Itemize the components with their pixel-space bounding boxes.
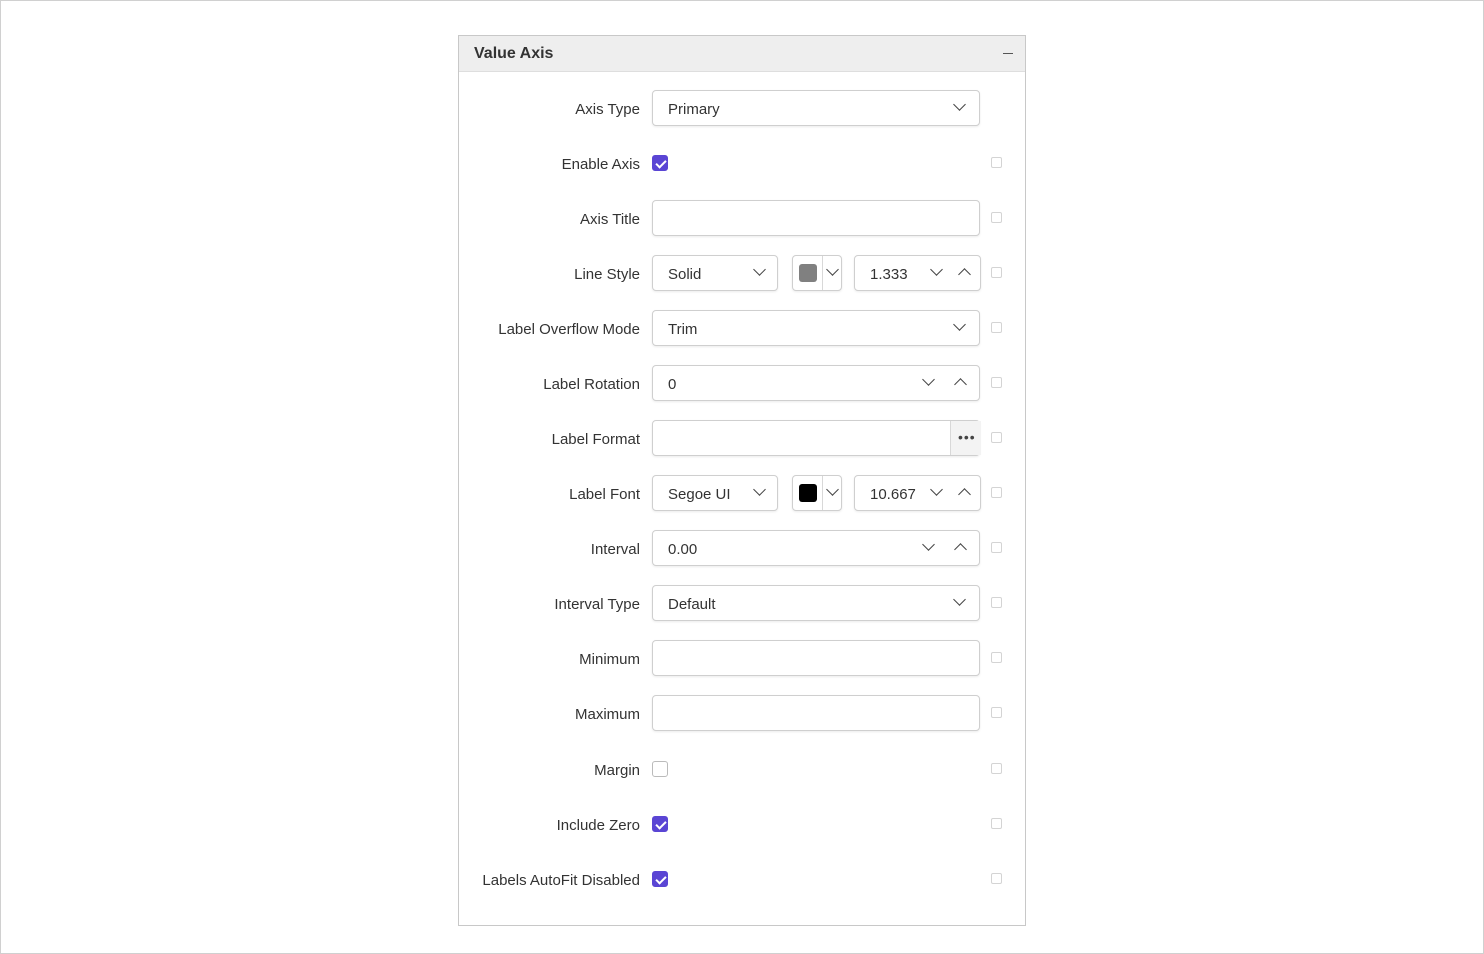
chevron-down-icon (953, 318, 966, 331)
row-axis-title: Axis Title (459, 200, 1025, 238)
line-width-value: 1.333 (870, 266, 908, 283)
label-include-zero: Include Zero (556, 817, 640, 834)
margin-side-checkbox[interactable] (991, 763, 1002, 774)
panel-header: Value Axis (459, 36, 1025, 72)
interval-value: 0.00 (668, 541, 698, 558)
chevron-up-icon[interactable] (958, 488, 971, 501)
axis-type-dropdown[interactable]: Primary (652, 90, 980, 126)
label-font-size-numeric[interactable]: 10.667 (854, 475, 981, 511)
row-label-rotation: Label Rotation 0 (459, 365, 1025, 403)
labels-autofit-disabled-checkbox[interactable] (652, 871, 668, 887)
label-label-format: Label Format (551, 431, 640, 448)
minimum-side-checkbox[interactable] (991, 652, 1002, 663)
row-interval-type: Interval Type Default (459, 585, 1025, 623)
interval-type-dropdown[interactable]: Default (652, 585, 980, 621)
enable-axis-side-checkbox[interactable] (991, 157, 1002, 168)
row-maximum: Maximum (459, 695, 1025, 733)
chevron-down-icon[interactable] (922, 373, 935, 386)
label-minimum: Minimum (579, 651, 640, 668)
label-format-side-checkbox[interactable] (991, 432, 1002, 443)
label-label-rotation: Label Rotation (543, 376, 640, 393)
label-font-color-picker[interactable] (792, 475, 842, 511)
line-width-numeric[interactable]: 1.333 (854, 255, 981, 291)
chevron-down-icon (753, 263, 766, 276)
label-font-family-value: Segoe UI (668, 486, 731, 503)
interval-type-value: Default (668, 596, 716, 613)
interval-numeric[interactable]: 0.00 (652, 530, 980, 566)
chevron-up-icon[interactable] (954, 378, 967, 391)
chevron-down-icon[interactable] (930, 483, 943, 496)
row-label-format: Label Format ••• (459, 420, 1025, 458)
chevron-down-icon (826, 263, 839, 276)
axis-type-value: Primary (668, 101, 720, 118)
label-line-style: Line Style (574, 266, 640, 283)
value-axis-panel: Value Axis Axis Type Primary Enable Axis… (458, 35, 1026, 926)
margin-checkbox[interactable] (652, 761, 668, 777)
enable-axis-checkbox[interactable] (652, 155, 668, 171)
label-axis-type: Axis Type (575, 101, 640, 118)
line-style-side-checkbox[interactable] (991, 267, 1002, 278)
line-style-dropdown[interactable]: Solid (652, 255, 778, 291)
swatch-separator (822, 256, 823, 290)
label-overflow-mode-side-checkbox[interactable] (991, 322, 1002, 333)
include-zero-side-checkbox[interactable] (991, 818, 1002, 829)
label-overflow-mode-dropdown[interactable]: Trim (652, 310, 980, 346)
label-rotation-value: 0 (668, 376, 677, 393)
row-line-style: Line Style Solid 1.333 (459, 255, 1025, 293)
swatch-separator (822, 476, 823, 510)
row-minimum: Minimum (459, 640, 1025, 678)
label-font-size-value: 10.667 (870, 486, 916, 503)
label-axis-title: Axis Title (579, 211, 640, 228)
maximum-input[interactable] (652, 695, 980, 731)
label-margin: Margin (594, 762, 640, 779)
chevron-down-icon[interactable] (922, 538, 935, 551)
minimize-icon[interactable] (1001, 44, 1015, 60)
row-axis-type: Axis Type Primary (459, 90, 1025, 128)
chevron-up-icon[interactable] (958, 268, 971, 281)
label-font-family-dropdown[interactable]: Segoe UI (652, 475, 778, 511)
chevron-down-icon (953, 593, 966, 606)
label-maximum: Maximum (574, 706, 640, 723)
label-labels-autofit-disabled: Labels AutoFit Disabled (482, 872, 640, 889)
ellipsis-icon: ••• (958, 429, 976, 445)
line-style-value: Solid (668, 266, 702, 283)
chevron-down-icon[interactable] (930, 263, 943, 276)
interval-type-side-checkbox[interactable] (991, 597, 1002, 608)
label-interval-type: Interval Type (554, 596, 640, 613)
label-rotation-numeric[interactable]: 0 (652, 365, 980, 401)
chevron-up-icon[interactable] (954, 543, 967, 556)
label-enable-axis: Enable Axis (561, 156, 640, 173)
row-include-zero: Include Zero (459, 806, 1025, 844)
chevron-down-icon (953, 98, 966, 111)
line-color-swatch (799, 264, 817, 282)
row-labels-autofit-disabled: Labels AutoFit Disabled (459, 861, 1025, 899)
chevron-down-icon (826, 483, 839, 496)
interval-side-checkbox[interactable] (991, 542, 1002, 553)
maximum-side-checkbox[interactable] (991, 707, 1002, 718)
panel-title: Value Axis (474, 45, 554, 62)
row-margin: Margin (459, 751, 1025, 789)
labels-autofit-disabled-side-checkbox[interactable] (991, 873, 1002, 884)
row-interval: Interval 0.00 (459, 530, 1025, 568)
axis-title-input[interactable] (652, 200, 980, 236)
label-font-color-swatch (799, 484, 817, 502)
minimum-input[interactable] (652, 640, 980, 676)
label-interval: Interval (590, 541, 640, 558)
label-format-input[interactable]: ••• (652, 420, 981, 456)
axis-title-side-checkbox[interactable] (991, 212, 1002, 223)
label-label-overflow-mode: Label Overflow Mode (498, 321, 640, 338)
label-font-side-checkbox[interactable] (991, 487, 1002, 498)
label-label-font: Label Font (569, 486, 640, 503)
row-label-font: Label Font Segoe UI 10.667 (459, 475, 1025, 513)
label-overflow-mode-value: Trim (668, 321, 698, 338)
label-format-browse-button[interactable]: ••• (950, 421, 981, 455)
line-color-picker[interactable] (792, 255, 842, 291)
chevron-down-icon (753, 483, 766, 496)
include-zero-checkbox[interactable] (652, 816, 668, 832)
label-rotation-side-checkbox[interactable] (991, 377, 1002, 388)
row-enable-axis: Enable Axis (459, 145, 1025, 183)
row-label-overflow-mode: Label Overflow Mode Trim (459, 310, 1025, 348)
